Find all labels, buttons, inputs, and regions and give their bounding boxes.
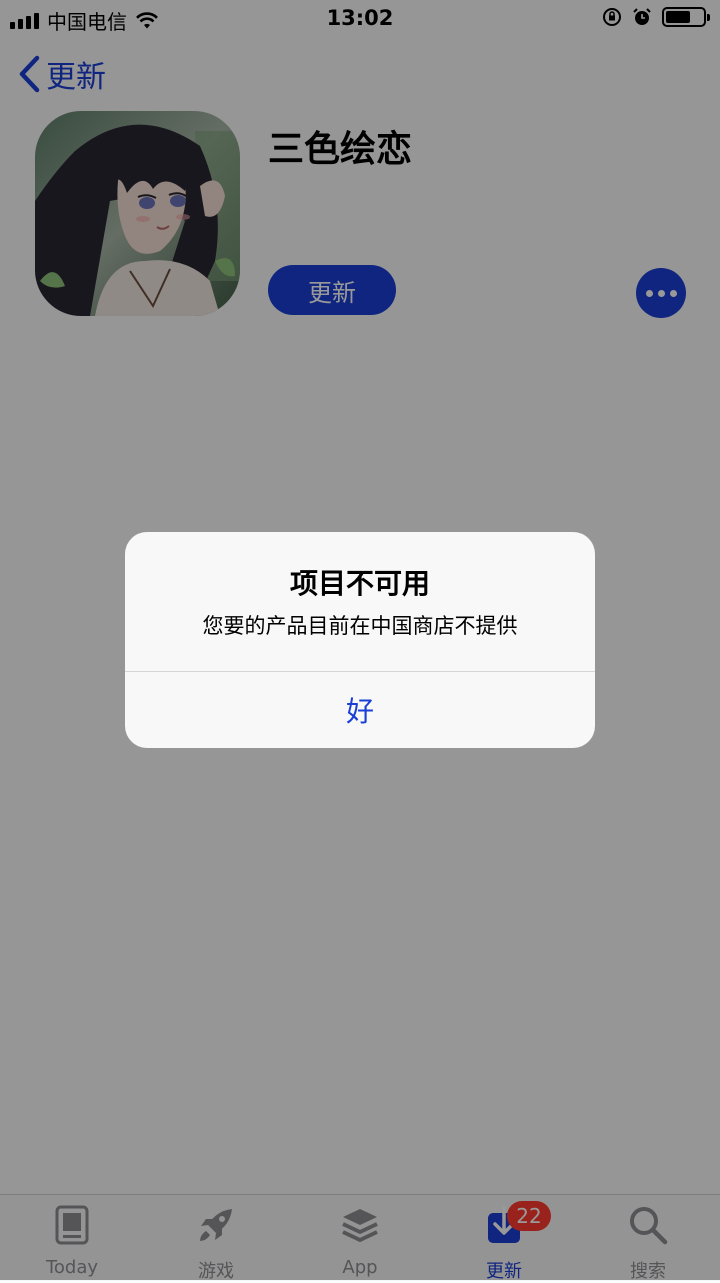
alert-title: 项目不可用 [289,567,430,600]
alert-message: 您要的产品目前在中国商店不提供 [202,614,518,638]
alert-dialog: 项目不可用 您要的产品目前在中国商店不提供 好 [125,532,595,748]
app-store-screen: 中国电信 13:02 更新 三色绘恋 更新 Today 游戏 App 22 更新… [0,0,720,1282]
ok-button[interactable]: 好 [125,672,595,748]
